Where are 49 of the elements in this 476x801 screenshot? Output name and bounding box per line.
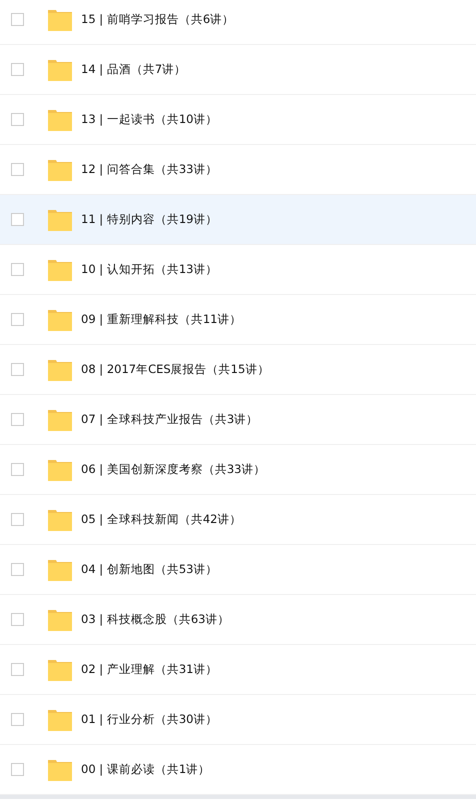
folder-title[interactable]: 07 | 全球科技产业报告（共3讲） bbox=[81, 412, 258, 427]
folder-title[interactable]: 05 | 全球科技新闻（共42讲） bbox=[81, 512, 242, 527]
checkbox[interactable] bbox=[11, 663, 24, 676]
checkbox[interactable] bbox=[11, 613, 24, 626]
checkbox[interactable] bbox=[11, 13, 24, 26]
folder-title[interactable]: 03 | 科技概念股（共63讲） bbox=[81, 612, 230, 627]
folder-icon bbox=[48, 658, 72, 680]
folder-icon bbox=[48, 208, 72, 230]
folder-icon bbox=[48, 458, 72, 480]
checkbox[interactable] bbox=[11, 313, 24, 326]
folder-title[interactable]: 11 | 特别内容（共19讲） bbox=[81, 212, 218, 227]
checkbox[interactable] bbox=[11, 163, 24, 176]
folder-title[interactable]: 13 | 一起读书（共10讲） bbox=[81, 112, 218, 127]
folder-icon bbox=[48, 508, 72, 530]
checkbox[interactable] bbox=[11, 463, 24, 476]
checkbox[interactable] bbox=[11, 263, 24, 276]
folder-title[interactable]: 01 | 行业分析（共30讲） bbox=[81, 712, 218, 727]
checkbox[interactable] bbox=[11, 363, 24, 376]
folder-title[interactable]: 15 | 前哨学习报告（共6讲） bbox=[81, 12, 234, 27]
folder-icon bbox=[48, 158, 72, 180]
folder-icon bbox=[48, 258, 72, 280]
folder-title[interactable]: 04 | 创新地图（共53讲） bbox=[81, 562, 218, 577]
folder-title[interactable]: 12 | 问答合集（共33讲） bbox=[81, 162, 218, 177]
folder-icon bbox=[48, 608, 72, 630]
folder-title[interactable]: 06 | 美国创新深度考察（共33讲） bbox=[81, 462, 266, 477]
folder-icon bbox=[48, 8, 72, 30]
folder-title[interactable]: 09 | 重新理解科技（共11讲） bbox=[81, 312, 242, 327]
checkbox[interactable] bbox=[11, 563, 24, 576]
checkbox[interactable] bbox=[11, 213, 24, 226]
folder-row[interactable]: 11 | 特别内容（共19讲） bbox=[0, 195, 476, 245]
checkbox[interactable] bbox=[11, 113, 24, 126]
folder-icon bbox=[48, 708, 72, 730]
checkbox[interactable] bbox=[11, 713, 24, 726]
folder-icon bbox=[48, 108, 72, 130]
checkbox[interactable] bbox=[11, 513, 24, 526]
folder-title[interactable]: 08 | 2017年CES展报告（共15讲） bbox=[81, 362, 270, 377]
folder-icon bbox=[48, 58, 72, 80]
folder-title[interactable]: 02 | 产业理解（共31讲） bbox=[81, 662, 218, 677]
folder-icon bbox=[48, 408, 72, 430]
folder-title[interactable]: 00 | 课前必读（共1讲） bbox=[81, 762, 210, 777]
folder-title[interactable]: 14 | 品酒（共7讲） bbox=[81, 62, 186, 77]
checkbox[interactable] bbox=[11, 763, 24, 776]
folder-icon bbox=[48, 758, 72, 780]
folder-icon bbox=[48, 558, 72, 580]
folder-icon bbox=[48, 358, 72, 380]
checkbox[interactable] bbox=[11, 413, 24, 426]
folder-title[interactable]: 10 | 认知开拓（共13讲） bbox=[81, 262, 218, 277]
folder-icon bbox=[48, 308, 72, 330]
checkbox[interactable] bbox=[11, 63, 24, 76]
